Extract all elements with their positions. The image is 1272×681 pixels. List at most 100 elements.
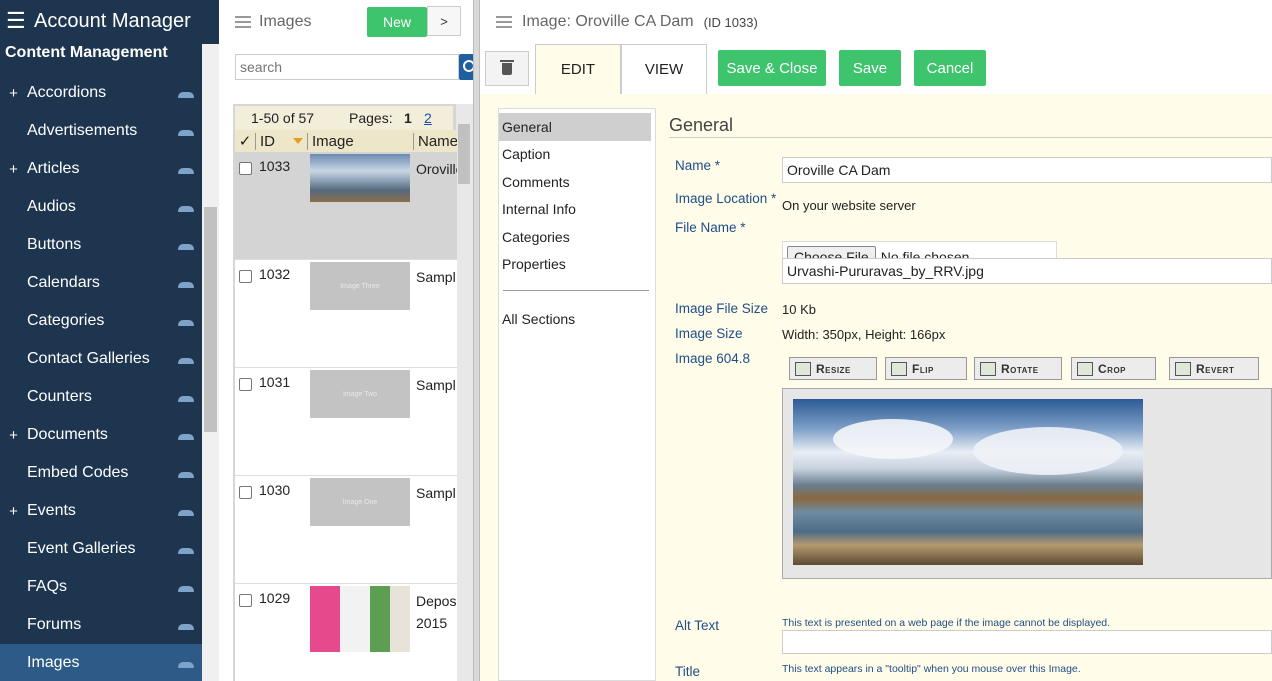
list-scrollbar[interactable]: [456, 104, 473, 681]
cloud-icon[interactable]: [178, 130, 194, 136]
table-row[interactable]: 1033 Oroville: [235, 152, 457, 260]
nav-properties[interactable]: Properties: [499, 251, 651, 279]
sidebar-item-event-galleries[interactable]: Event Galleries: [0, 530, 202, 568]
cloud-icon[interactable]: [178, 282, 194, 288]
row-checkbox[interactable]: [238, 270, 252, 283]
cloud-icon[interactable]: [178, 548, 194, 554]
row-checkbox[interactable]: [238, 162, 252, 175]
nav-categories[interactable]: Categories: [499, 223, 651, 251]
new-button[interactable]: New: [367, 7, 427, 37]
table-row[interactable]: 1031 Image Two Sampl: [235, 368, 457, 476]
cloud-icon[interactable]: [178, 244, 194, 250]
cloud-icon[interactable]: [178, 92, 194, 98]
list-scroll-thumb[interactable]: [458, 124, 470, 184]
editor-menu-icon[interactable]: [496, 13, 512, 31]
row-checkbox[interactable]: [238, 594, 252, 607]
name-column-header[interactable]: Name: [413, 132, 457, 150]
sidebar-item-calendars[interactable]: Calendars: [0, 264, 202, 302]
image-label: Image 604.8: [675, 351, 751, 366]
editor-panel: Image: Oroville CA Dam (ID 1033) EDIT VI…: [480, 0, 1272, 681]
table-row[interactable]: 1029 Depos 2015: [235, 584, 457, 681]
next-button[interactable]: >: [427, 6, 461, 36]
nav-caption[interactable]: Caption: [499, 141, 651, 169]
cloud-icon[interactable]: [178, 472, 194, 478]
sidebar-item-articles[interactable]: + Articles: [0, 150, 202, 188]
alt-text-help: This text is presented on a web page if …: [782, 617, 1111, 629]
cloud-icon[interactable]: [178, 662, 194, 668]
table-row[interactable]: 1030 Image One Sampl: [235, 476, 457, 584]
id-column-header[interactable]: ID: [255, 132, 307, 150]
menu-icon[interactable]: ☰: [6, 8, 28, 34]
nav-all-sections[interactable]: All Sections: [499, 305, 651, 333]
row-id: 1031: [259, 374, 291, 390]
sidebar-item-forums[interactable]: Forums: [0, 606, 202, 644]
save-button[interactable]: Save: [839, 50, 901, 86]
record-id: (ID 1033): [703, 14, 758, 30]
nav-general[interactable]: General: [499, 113, 651, 141]
cloud-icon[interactable]: [178, 624, 194, 630]
save-close-button[interactable]: Save & Close: [718, 50, 826, 86]
cloud-icon[interactable]: [178, 396, 194, 402]
revert-button[interactable]: Revert: [1169, 357, 1259, 380]
sidebar-item-contact-galleries[interactable]: Contact Galleries: [0, 340, 202, 378]
cloud-icon[interactable]: [178, 168, 194, 174]
row-name: Sampl: [416, 485, 456, 501]
search-icon[interactable]: [459, 54, 473, 80]
select-all-column[interactable]: ✓: [235, 132, 255, 150]
filesize-value: 10 Kb: [782, 302, 816, 317]
sidebar-item-advertisements[interactable]: Advertisements: [0, 112, 202, 150]
cloud-icon[interactable]: [178, 358, 194, 364]
delete-button[interactable]: [485, 51, 529, 86]
page-2-link[interactable]: 2: [424, 110, 432, 126]
filename-field[interactable]: Urvashi-Pururavas_by_RRV.jpg: [782, 258, 1272, 284]
image-preview-frame: [782, 388, 1272, 579]
cancel-button[interactable]: Cancel: [914, 50, 986, 86]
sidebar-item-audios[interactable]: Audios: [0, 188, 202, 226]
sidebar-item-label: Buttons: [27, 236, 82, 253]
cloud-icon[interactable]: [178, 320, 194, 326]
expand-icon[interactable]: +: [0, 161, 27, 178]
sidebar-item-categories[interactable]: Categories: [0, 302, 202, 340]
form-section-title: General: [669, 108, 1272, 138]
expand-icon[interactable]: +: [0, 85, 27, 102]
sidebar-item-counters[interactable]: Counters: [0, 378, 202, 416]
cloud-icon[interactable]: [178, 586, 194, 592]
name-field[interactable]: Oroville CA Dam: [782, 157, 1272, 183]
sidebar-item-images[interactable]: Images: [0, 644, 202, 681]
image-column-header[interactable]: Image: [307, 132, 413, 150]
image-preview: [793, 399, 1143, 565]
sidebar-item-documents[interactable]: + Documents: [0, 416, 202, 454]
expand-icon[interactable]: +: [0, 427, 27, 444]
search-input[interactable]: [235, 54, 459, 80]
nav-comments[interactable]: Comments: [499, 168, 651, 196]
sidebar-scrollbar[interactable]: [202, 44, 219, 681]
flip-button[interactable]: Flip: [885, 357, 967, 380]
tab-view[interactable]: VIEW: [621, 44, 707, 94]
sidebar-item-faqs[interactable]: FAQs: [0, 568, 202, 606]
resize-button[interactable]: Resize: [789, 357, 877, 380]
sidebar-item-label: Advertisements: [27, 122, 138, 139]
sidebar-scroll-thumb[interactable]: [204, 207, 217, 432]
cloud-icon[interactable]: [178, 510, 194, 516]
sidebar-item-buttons[interactable]: Buttons: [0, 226, 202, 264]
row-checkbox[interactable]: [238, 378, 252, 391]
panel-divider[interactable]: [473, 0, 480, 681]
tab-edit[interactable]: EDIT: [535, 44, 621, 94]
rotate-button[interactable]: Rotate: [974, 357, 1062, 380]
cloud-icon[interactable]: [178, 434, 194, 440]
expand-icon[interactable]: +: [0, 503, 27, 520]
list-menu-icon[interactable]: [235, 13, 251, 31]
sidebar-item-events[interactable]: + Events: [0, 492, 202, 530]
sidebar-item-label: Audios: [27, 198, 76, 215]
nav-internal-info[interactable]: Internal Info: [499, 196, 651, 224]
cloud-icon[interactable]: [178, 206, 194, 212]
row-checkbox[interactable]: [238, 486, 252, 499]
sidebar-item-embed-codes[interactable]: Embed Codes: [0, 454, 202, 492]
rotate-label: Rotate: [1001, 361, 1039, 376]
sidebar-item-label: Accordions: [27, 84, 107, 101]
crop-icon: [1077, 361, 1093, 376]
table-row[interactable]: 1032 Image Three Sampl: [235, 260, 457, 368]
alt-text-field[interactable]: [782, 630, 1272, 654]
crop-button[interactable]: Crop: [1071, 357, 1156, 380]
sidebar-item-accordions[interactable]: + Accordions: [0, 74, 202, 112]
